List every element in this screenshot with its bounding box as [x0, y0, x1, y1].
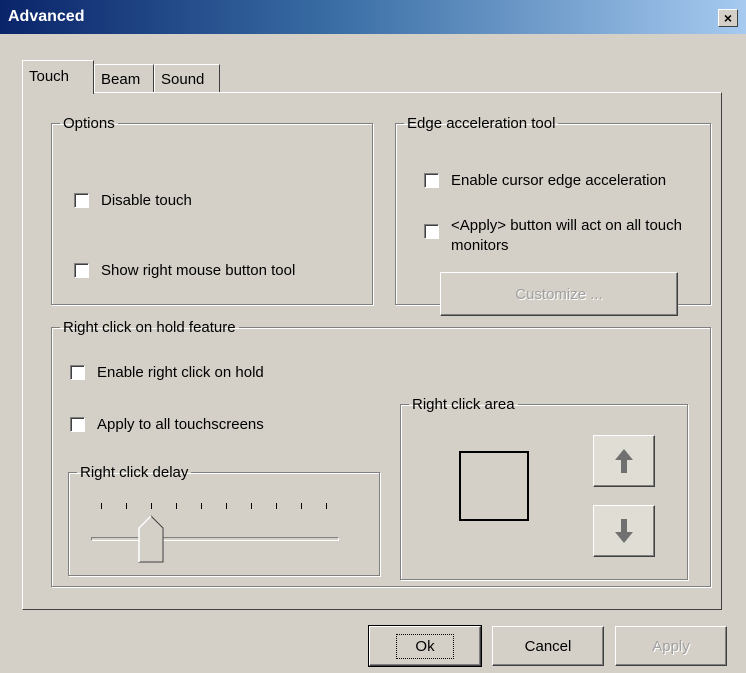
customize-button[interactable]: Customize ... — [440, 272, 678, 316]
enable-edge-row[interactable]: Enable cursor edge acceleration — [424, 172, 666, 189]
show-right-mouse-label: Show right mouse button tool — [101, 262, 296, 279]
tab-sound-label: Sound — [161, 71, 205, 88]
right-click-title: Right click on hold feature — [63, 319, 236, 336]
right-click-delay-group: Right click delay — [68, 464, 380, 576]
tab-touch-label: Touch — [29, 68, 70, 85]
show-right-mouse-row[interactable]: Show right mouse button tool — [74, 262, 295, 279]
delay-tick — [101, 503, 102, 509]
options-title: Options — [63, 115, 115, 132]
enable-edge-label: Enable cursor edge acceleration — [451, 172, 667, 189]
tab-sound[interactable]: Sound — [154, 64, 220, 92]
enable-hold-row[interactable]: Enable right click on hold — [70, 364, 264, 381]
apply-all-monitors-checkbox[interactable] — [424, 224, 439, 239]
disable-touch-row[interactable]: Disable touch — [74, 192, 192, 209]
enable-hold-checkbox[interactable] — [70, 365, 85, 380]
ok-button[interactable]: Ok — [368, 625, 482, 667]
edge-acceleration-group: Edge acceleration tool Enable cursor edg… — [395, 115, 711, 316]
decrease-area-button[interactable] — [593, 505, 655, 557]
cancel-button[interactable]: Cancel — [492, 626, 604, 666]
apply-all-touchscreens-checkbox[interactable] — [70, 417, 85, 432]
delay-tick — [226, 503, 227, 509]
delay-tick — [126, 503, 127, 509]
enable-hold-label: Enable right click on hold — [97, 364, 264, 381]
apply-all-touchscreens-row[interactable]: Apply to all touchscreens — [70, 416, 264, 433]
tab-touch[interactable]: Touch — [22, 60, 94, 94]
delay-tick — [251, 503, 252, 509]
apply-all-monitors-label: <Apply> button will act on all touch mon… — [451, 217, 682, 254]
customize-label: Customize ... — [515, 285, 603, 303]
click-area-preview — [459, 451, 529, 521]
edge-acceleration-title: Edge acceleration tool — [407, 115, 556, 132]
delay-tick — [276, 503, 277, 509]
apply-button[interactable]: Apply — [615, 626, 727, 666]
delay-tick — [326, 503, 327, 509]
delay-tick — [151, 503, 152, 509]
show-right-mouse-checkbox[interactable] — [74, 263, 89, 278]
apply-all-touchscreens-label: Apply to all touchscreens — [97, 416, 264, 433]
close-button[interactable]: × — [718, 9, 738, 27]
delay-tick — [301, 503, 302, 509]
arrow-down-icon — [615, 519, 633, 543]
right-click-area-title: Right click area — [412, 396, 515, 413]
tab-beam[interactable]: Beam — [94, 64, 154, 92]
enable-edge-checkbox[interactable] — [424, 173, 439, 188]
options-group: Options Disable touch Show right mouse b… — [51, 115, 373, 305]
cancel-label: Cancel — [524, 637, 572, 655]
arrow-up-icon — [615, 449, 633, 473]
title-bar: Advanced × — [0, 0, 746, 34]
disable-touch-label: Disable touch — [101, 192, 192, 209]
ok-label: Ok — [396, 633, 454, 659]
close-icon: × — [723, 10, 733, 26]
delay-slider-track[interactable] — [91, 537, 339, 541]
window-title: Advanced — [8, 8, 85, 25]
apply-label: Apply — [652, 637, 690, 655]
delay-slider-thumb[interactable] — [138, 515, 164, 563]
delay-tick — [176, 503, 177, 509]
touch-tab-panel: Options Disable touch Show right mouse b… — [22, 92, 722, 610]
right-click-area-group: Right click area — [400, 396, 688, 580]
tab-beam-label: Beam — [101, 71, 141, 88]
disable-touch-checkbox[interactable] — [74, 193, 89, 208]
right-click-group: Right click on hold feature Enable right… — [51, 319, 711, 587]
delay-tick — [201, 503, 202, 509]
increase-area-button[interactable] — [593, 435, 655, 487]
apply-all-monitors-row[interactable]: <Apply> button will act on all touch mon… — [424, 216, 694, 256]
right-click-delay-title: Right click delay — [80, 464, 189, 481]
